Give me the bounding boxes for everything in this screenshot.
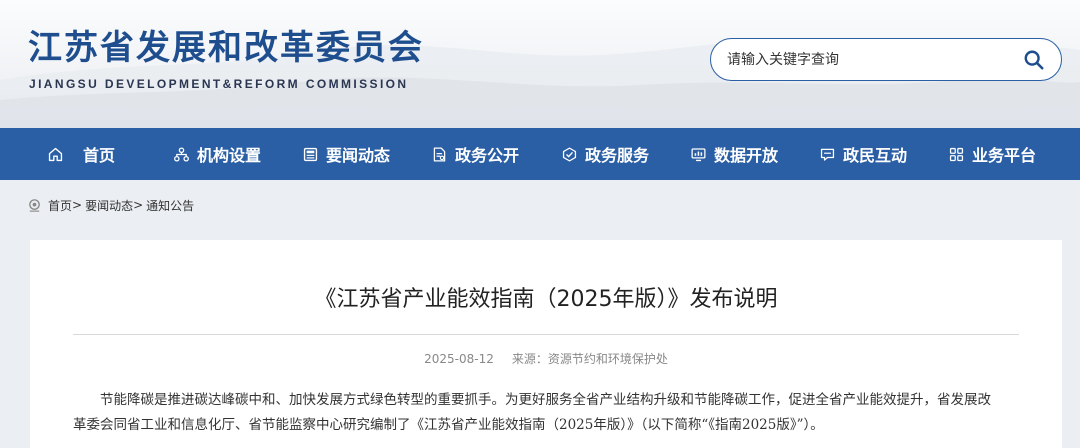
breadcrumb-separator: > (133, 198, 144, 212)
news-icon (303, 147, 318, 161)
breadcrumb: 首页 > 要闻动态 > 通知公告 (27, 196, 194, 214)
nav-label: 首页 (83, 146, 116, 165)
monitor-icon (691, 147, 706, 161)
nav-label: 要闻动态 (326, 146, 391, 165)
nav-label: 政务公开 (455, 146, 520, 165)
home-icon (48, 147, 63, 161)
nav-label: 数据开放 (714, 146, 779, 165)
article-title: 《江苏省产业能效指南（2025年版）》发布说明 (314, 287, 778, 312)
org-chart-icon (174, 146, 189, 162)
grid-icon (949, 147, 964, 161)
search-icon[interactable] (1023, 49, 1045, 71)
article-date: 2025-08-12 (424, 352, 494, 366)
nav-item-open-data[interactable]: 数据开放 (690, 128, 778, 180)
article-panel: 《江苏省产业能效指南（2025年版）》发布说明 2025-08-12 来源：资源节… (30, 240, 1062, 448)
location-pin-icon (29, 198, 40, 212)
chat-icon (820, 148, 835, 161)
title-divider (73, 334, 1019, 335)
paragraph-line: 革委会同省工业和信息化厅、省节能监察中心研究编制了《江苏省产业能效指南（2025… (73, 417, 824, 433)
nav-item-organization[interactable]: 机构设置 (173, 128, 261, 180)
nav-item-news[interactable]: 要闻动态 (302, 128, 390, 180)
site-title[interactable]: 江苏省发展和改革委员会 (28, 20, 424, 69)
service-icon (562, 146, 577, 162)
nav-label: 政民互动 (843, 146, 908, 165)
document-icon (433, 146, 446, 162)
nav-item-business-platform[interactable]: 业务平台 (948, 128, 1036, 180)
nav-item-gov-affairs[interactable]: 政务公开 (431, 128, 519, 180)
site-subtitle: JIANGSU DEVELOPMENT&REFORM COMMISSION (29, 77, 409, 91)
article-meta: 2025-08-12 来源：资源节约和环境保护处 (30, 350, 1062, 367)
nav-item-gov-services[interactable]: 政务服务 (561, 128, 649, 180)
article-source: 来源：资源节约和环境保护处 (511, 352, 668, 366)
nav-item-home[interactable]: 首页 (47, 128, 115, 180)
site-header: 江苏省发展和改革委员会 JIANGSU DEVELOPMENT&REFORM C… (0, 0, 1080, 128)
article-body: 节能降碳是推进碳达峰碳中和、加快发展方式绿色转型的重要抓手。为更好服务全省产业结… (73, 388, 1019, 438)
nav-label: 政务服务 (585, 146, 650, 165)
main-nav: 首页 机构设置 要闻动态 政务公开 政务服务 数据开放 政民互动 业务平台 (0, 128, 1080, 180)
paragraph-line: 节能降碳是推进碳达峰碳中和、加快发展方式绿色转型的重要抓手。为更好服务全省产业结… (100, 392, 991, 408)
search-input[interactable] (727, 50, 1007, 70)
breadcrumb-notices[interactable]: 通知公告 (146, 197, 194, 214)
nav-item-interaction[interactable]: 政民互动 (819, 128, 907, 180)
nav-label: 业务平台 (972, 146, 1037, 165)
breadcrumb-home[interactable]: 首页 (48, 197, 72, 214)
breadcrumb-news[interactable]: 要闻动态 (85, 197, 133, 214)
breadcrumb-separator: > (72, 198, 83, 212)
nav-label: 机构设置 (197, 146, 262, 165)
search-box (710, 38, 1062, 81)
